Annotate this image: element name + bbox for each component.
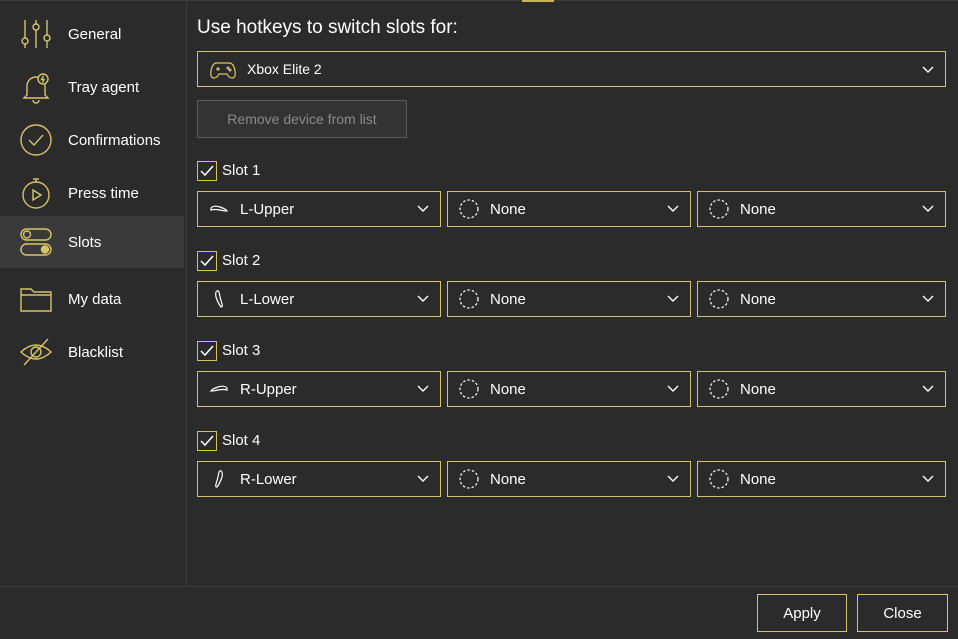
sidebar-item-label: Tray agent	[68, 78, 140, 96]
slot-4-label: Slot 4	[222, 432, 261, 449]
sidebar-item-blacklist[interactable]: Blacklist	[0, 326, 184, 378]
slot-2-checkbox[interactable]	[197, 251, 217, 271]
check-icon	[200, 345, 214, 357]
chevron-down-icon	[921, 63, 935, 77]
chevron-down-icon	[921, 292, 935, 306]
gamepad-icon	[210, 59, 236, 81]
close-button[interactable]: Close	[857, 594, 948, 632]
stopwatch-icon	[18, 175, 54, 211]
slot-3-modifier-1-select[interactable]: None	[447, 371, 691, 407]
chevron-down-icon	[416, 472, 430, 486]
slot-4-paddle-select[interactable]: R-Lower	[197, 461, 441, 497]
none-circle-icon	[708, 289, 730, 309]
check-icon	[200, 435, 214, 447]
slot-1-modifier-1-value: None	[490, 200, 526, 218]
paddle-r-lower-icon	[208, 469, 230, 489]
slot-1-checkbox[interactable]	[197, 161, 217, 181]
slot-2-label: Slot 2	[222, 252, 261, 269]
chevron-down-icon	[921, 202, 935, 216]
title-accent-mark	[522, 0, 554, 2]
sidebar-item-general[interactable]: General	[0, 8, 184, 60]
sidebar-item-label: Slots	[68, 233, 102, 251]
none-circle-icon	[708, 199, 730, 219]
slot-3-modifier-2-select[interactable]: None	[697, 371, 946, 407]
slot-4-modifier-2-select[interactable]: None	[697, 461, 946, 497]
slot-2-paddle-value: L-Lower	[240, 290, 295, 308]
slot-4-paddle-value: R-Lower	[240, 470, 297, 488]
slot-4-modifier-2-value: None	[740, 470, 776, 488]
slot-1-modifier-2-select[interactable]: None	[697, 191, 946, 227]
slot-1-modifier-2-value: None	[740, 200, 776, 218]
device-select-value: Xbox Elite 2	[247, 61, 322, 77]
chevron-down-icon	[666, 292, 680, 306]
chevron-down-icon	[416, 202, 430, 216]
folder-icon	[18, 281, 54, 317]
slot-4-modifier-1-select[interactable]: None	[447, 461, 691, 497]
chevron-down-icon	[416, 382, 430, 396]
sidebar-item-label: Blacklist	[68, 343, 124, 361]
slot-1-paddle-value: L-Upper	[240, 200, 295, 218]
slot-3-modifier-1-value: None	[490, 380, 526, 398]
sidebar-item-tray-agent[interactable]: Tray agent	[0, 61, 184, 113]
chevron-down-icon	[666, 472, 680, 486]
slot-3-checkbox[interactable]	[197, 341, 217, 361]
bell-icon	[18, 69, 54, 105]
slot-3-paddle-select[interactable]: R-Upper	[197, 371, 441, 407]
check-circle-icon	[18, 122, 54, 158]
sidebar-item-label: My data	[68, 290, 122, 308]
slot-2-paddle-select[interactable]: L-Lower	[197, 281, 441, 317]
none-circle-icon	[458, 469, 480, 489]
sidebar: General Tray agent Confirmations Press t…	[0, 0, 187, 585]
paddle-l-upper-icon	[208, 199, 230, 219]
slot-2-modifier-1-select[interactable]: None	[447, 281, 691, 317]
chevron-down-icon	[921, 382, 935, 396]
apply-button[interactable]: Apply	[757, 594, 847, 632]
slot-3-paddle-value: R-Upper	[240, 380, 297, 398]
chevron-down-icon	[666, 382, 680, 396]
toggles-icon	[18, 224, 54, 260]
remove-device-button[interactable]: Remove device from list	[197, 100, 407, 138]
sidebar-item-my-data[interactable]: My data	[0, 273, 184, 325]
chevron-down-icon	[666, 202, 680, 216]
none-circle-icon	[708, 469, 730, 489]
sidebar-item-label: Press time	[68, 184, 139, 202]
footer-divider	[0, 586, 958, 587]
device-select[interactable]: Xbox Elite 2	[197, 51, 946, 87]
sidebar-item-slots[interactable]: Slots	[0, 216, 184, 268]
sidebar-item-label: General	[68, 25, 122, 43]
none-circle-icon	[458, 199, 480, 219]
slot-3-modifier-2-value: None	[740, 380, 776, 398]
check-icon	[200, 165, 214, 177]
slot-2-modifier-2-select[interactable]: None	[697, 281, 946, 317]
sliders-icon	[18, 16, 54, 52]
none-circle-icon	[708, 379, 730, 399]
slot-1-modifier-1-select[interactable]: None	[447, 191, 691, 227]
sidebar-item-press-time[interactable]: Press time	[0, 167, 184, 219]
slot-4-modifier-1-value: None	[490, 470, 526, 488]
slot-2-modifier-1-value: None	[490, 290, 526, 308]
paddle-l-lower-icon	[208, 289, 230, 309]
sidebar-item-confirmations[interactable]: Confirmations	[0, 114, 184, 166]
slot-4-checkbox[interactable]	[197, 431, 217, 451]
none-circle-icon	[458, 379, 480, 399]
chevron-down-icon	[921, 472, 935, 486]
slot-1-paddle-select[interactable]: L-Upper	[197, 191, 441, 227]
slot-3-label: Slot 3	[222, 342, 261, 359]
sidebar-item-label: Confirmations	[68, 131, 161, 149]
eye-off-icon	[18, 334, 54, 370]
paddle-r-upper-icon	[208, 379, 230, 399]
page-title: Use hotkeys to switch slots for:	[197, 17, 458, 38]
chevron-down-icon	[416, 292, 430, 306]
slot-1-label: Slot 1	[222, 162, 261, 179]
check-icon	[200, 255, 214, 267]
slot-2-modifier-2-value: None	[740, 290, 776, 308]
none-circle-icon	[458, 289, 480, 309]
